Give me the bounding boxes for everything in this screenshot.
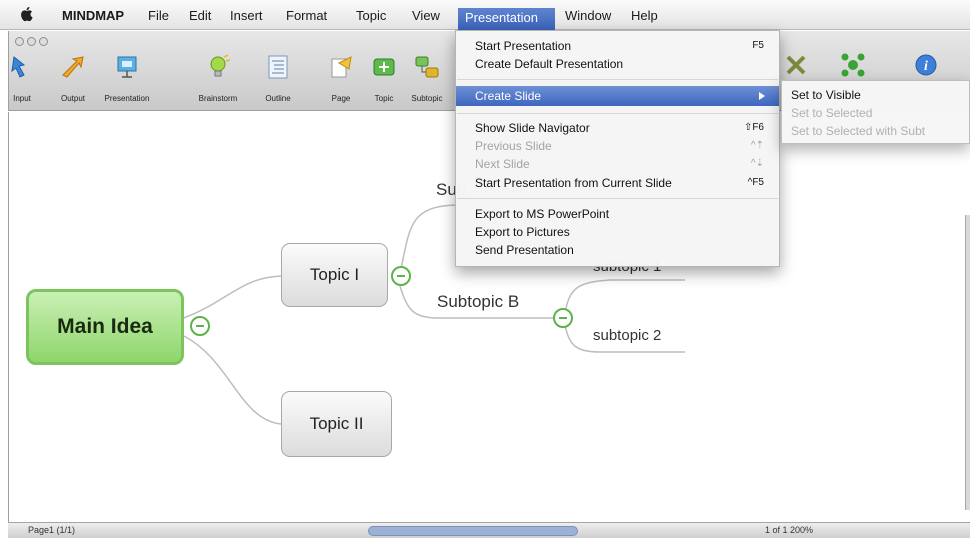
- menu-item-label: Previous Slide: [475, 139, 552, 153]
- menu-view[interactable]: View: [412, 8, 440, 24]
- menu-item-start-from-current[interactable]: Start Presentation from Current Slide ^F…: [456, 174, 779, 192]
- relationship-icon[interactable]: [839, 51, 867, 79]
- info-icon[interactable]: i: [914, 53, 938, 77]
- menu-separator: [457, 113, 778, 114]
- toolbar-label: Outline: [265, 94, 291, 103]
- menu-item-shortcut: ^⇡: [750, 140, 764, 151]
- topic-1-label: Topic I: [309, 265, 360, 284]
- toolbar-outline-button[interactable]: Outline: [249, 51, 307, 109]
- toolbar-label: Presentation: [104, 94, 150, 103]
- horizontal-scrollbar[interactable]: [368, 526, 578, 536]
- menu-bar: MINDMAP File Edit Insert Format Topic Vi…: [0, 0, 970, 30]
- menu-item-label: Show Slide Navigator: [475, 121, 590, 135]
- close-window-button[interactable]: [15, 37, 24, 46]
- topic-2-label: Topic II: [309, 414, 364, 433]
- menu-item-previous-slide: Previous Slide ^⇡: [456, 137, 779, 155]
- menu-item-next-slide: Next Slide ^⇣: [456, 155, 779, 173]
- subtopic-b-label[interactable]: Subtopic B: [437, 292, 519, 312]
- presentation-screen-icon: [117, 56, 137, 78]
- menu-item-send-presentation[interactable]: Send Presentation: [456, 241, 779, 259]
- minimize-window-button[interactable]: [27, 37, 36, 46]
- menu-item-label: Send Presentation: [475, 243, 574, 257]
- subtopic-icon: [415, 56, 439, 78]
- menu-topic[interactable]: Topic: [356, 8, 386, 24]
- apple-icon[interactable]: [20, 6, 34, 22]
- menu-window[interactable]: Window: [565, 8, 611, 24]
- menu-insert[interactable]: Insert: [230, 8, 263, 24]
- map-structure-icon[interactable]: [784, 53, 808, 77]
- menu-item-label: Export to MS PowerPoint: [475, 207, 610, 221]
- menu-item-label: Create Default Presentation: [475, 57, 624, 71]
- submenu-item-set-selected: Set to Selected: [791, 106, 873, 120]
- menu-item-export-powerpoint[interactable]: Export to MS PowerPoint: [456, 205, 779, 223]
- output-arrow-icon: [62, 56, 84, 78]
- submenu-arrow-icon: [759, 92, 765, 100]
- menu-item-label: Start Presentation from Current Slide: [475, 176, 672, 190]
- outline-document-icon: [268, 55, 288, 79]
- menu-item-create-default[interactable]: Create Default Presentation: [456, 55, 779, 73]
- subtopic-2-label[interactable]: subtopic 2: [593, 327, 661, 344]
- menu-file[interactable]: File: [148, 8, 169, 24]
- menu-item-shortcut: ^⇣: [750, 158, 764, 169]
- collapse-topic-1-icon[interactable]: [391, 266, 411, 286]
- toolbar-presentation-button[interactable]: Presentation: [98, 51, 156, 109]
- menu-item-create-slide[interactable]: Create Slide: [456, 86, 779, 106]
- toolbar-label: Brainstorm: [198, 94, 238, 103]
- main-idea-node[interactable]: Main Idea: [26, 289, 184, 365]
- menu-item-shortcut: ^F5: [747, 177, 764, 188]
- menu-help[interactable]: Help: [631, 8, 658, 24]
- topic-icon: [373, 58, 395, 76]
- main-idea-label: Main Idea: [57, 315, 153, 338]
- zoom-window-button[interactable]: [39, 37, 48, 46]
- menu-item-label: Create Slide: [475, 89, 542, 103]
- submenu-item-set-selected-subtopics: Set to Selected with Subt: [791, 124, 926, 138]
- toolbar-output-button[interactable]: Output: [44, 51, 102, 109]
- presentation-menu: Start Presentation F5 Create Default Pre…: [455, 30, 780, 267]
- lightbulb-icon: [210, 54, 231, 77]
- toolbar-label: Subtopic: [411, 94, 443, 103]
- toolbar-label: Output: [60, 94, 85, 103]
- create-slide-submenu: Set to Visible Set to Selected Set to Se…: [781, 80, 970, 144]
- collapse-subtopic-b-icon[interactable]: [553, 308, 573, 328]
- collapse-main-icon[interactable]: [190, 316, 210, 336]
- menu-item-shortcut: ⇧F6: [743, 122, 764, 133]
- menu-app-name[interactable]: MINDMAP: [62, 8, 124, 24]
- submenu-item-set-visible[interactable]: Set to Visible: [791, 88, 861, 102]
- svg-text:i: i: [924, 59, 928, 74]
- page-icon: [331, 56, 352, 78]
- status-bar: Page1 (1/1) 1 of 1 200%: [8, 522, 970, 538]
- side-panel-edge[interactable]: [965, 215, 970, 510]
- input-arrow-icon: [11, 56, 26, 78]
- toolbar-brainstorm-button[interactable]: Brainstorm: [189, 51, 247, 109]
- menu-item-label: Export to Pictures: [475, 225, 570, 239]
- page-selector[interactable]: Page1 (1/1): [28, 525, 75, 535]
- menu-format[interactable]: Format: [286, 8, 327, 24]
- menu-item-label: Start Presentation: [475, 39, 572, 53]
- menu-item-start-presentation[interactable]: Start Presentation F5: [456, 37, 779, 55]
- menu-item-label: Next Slide: [475, 157, 530, 171]
- toolbar-subtopic-button[interactable]: Subtopic: [398, 51, 456, 109]
- menu-presentation-label: Presentation: [465, 10, 538, 25]
- menu-item-export-pictures[interactable]: Export to Pictures: [456, 223, 779, 241]
- menu-separator: [457, 198, 778, 199]
- menu-item-shortcut: F5: [752, 40, 764, 51]
- menu-edit[interactable]: Edit: [189, 8, 211, 24]
- topic-2-node[interactable]: Topic II: [281, 391, 392, 457]
- menu-separator: [457, 79, 778, 80]
- menu-item-show-navigator[interactable]: Show Slide Navigator ⇧F6: [456, 119, 779, 137]
- zoom-selector[interactable]: 1 of 1 200%: [765, 525, 813, 535]
- menu-presentation[interactable]: Presentation: [458, 8, 555, 30]
- topic-1-node[interactable]: Topic I: [281, 243, 388, 307]
